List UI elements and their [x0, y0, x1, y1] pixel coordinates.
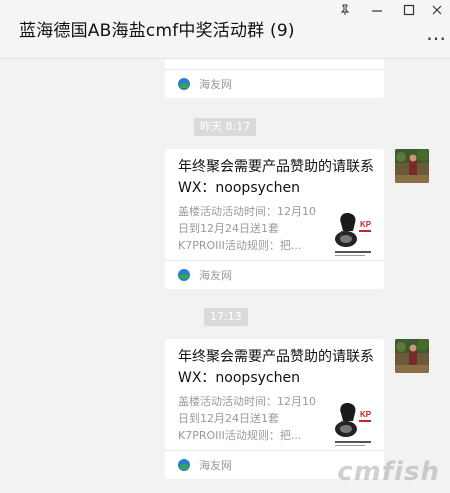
card-title: 年终聚会需要产品赞助的请联系WX：noopsychen — [178, 349, 374, 386]
close-icon[interactable] — [424, 0, 450, 20]
card-title: 年终聚会需要产品赞助的请联系WX：noopsychen — [178, 159, 374, 196]
link-card[interactable]: 海友网 — [165, 59, 384, 98]
source-logo-icon — [178, 269, 190, 281]
avatar[interactable] — [395, 149, 429, 183]
timestamp: 昨天 8:17 — [194, 118, 257, 136]
pin-icon[interactable] — [332, 0, 358, 20]
more-dots-icon[interactable]: ⋯ — [426, 26, 447, 50]
source-name: 海友网 — [199, 269, 232, 282]
timestamp: 17:13 — [204, 308, 248, 326]
card-footer: 海友网 — [165, 69, 384, 98]
chat-title: 蓝海德国AB海盐cmf中奖活动群 (9) — [19, 21, 295, 41]
source-name: 海友网 — [199, 78, 232, 91]
svg-text:KP: KP — [360, 220, 372, 229]
chat-area[interactable]: 海友网 昨天 8:17 年终聚会需要产品赞助的请联系WX：noopsychen … — [0, 59, 450, 493]
title-bar: 蓝海德国AB海盐cmf中奖活动群 (9) ⋯ — [0, 0, 450, 59]
watermark: cmfish — [337, 457, 440, 487]
svg-text:KP: KP — [360, 410, 372, 419]
maximize-icon[interactable] — [396, 0, 422, 20]
product-image-icon: KP — [333, 205, 373, 259]
card-footer: 海友网 — [165, 260, 384, 289]
source-logo-icon — [178, 459, 190, 471]
source-logo-icon — [178, 78, 190, 90]
card-description: 盖楼活动活动时间：12月10日到12月24日送1套K7PROIII活动规则：把.… — [178, 395, 316, 442]
minimize-icon[interactable] — [364, 0, 390, 20]
link-card[interactable]: 年终聚会需要产品赞助的请联系WX：noopsychen 盖楼活动活动时间：12月… — [165, 149, 384, 289]
card-description: 盖楼活动活动时间：12月10日到12月24日送1套K7PROIII活动规则：把.… — [178, 205, 316, 252]
product-image-icon: KP — [333, 395, 373, 449]
source-name: 海友网 — [199, 459, 232, 472]
avatar[interactable] — [395, 339, 429, 373]
